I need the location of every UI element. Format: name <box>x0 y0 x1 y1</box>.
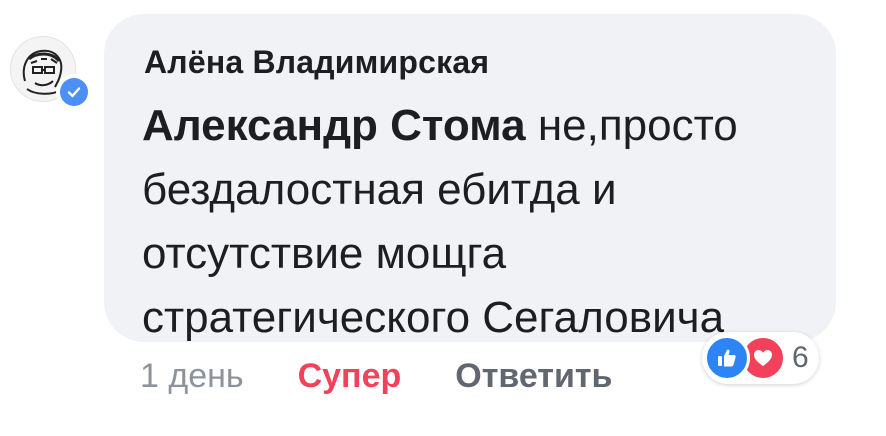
mention-link[interactable]: Александр Стома <box>142 101 526 150</box>
comment-text: Александр Стома не,просто бездалостная е… <box>142 94 822 350</box>
like-icon <box>704 335 750 381</box>
reply-button[interactable]: Ответить <box>455 357 612 396</box>
author-name[interactable]: Алёна Владимирская <box>144 44 489 81</box>
timestamp[interactable]: 1 день <box>140 357 244 396</box>
reaction-count: 6 <box>792 341 809 374</box>
author-avatar[interactable] <box>10 36 92 112</box>
comment-actions: 1 день Супер Ответить <box>140 352 612 400</box>
verified-icon <box>56 74 92 110</box>
comment-container: Алёна Владимирская Александр Стома не,пр… <box>0 0 886 436</box>
reactions-summary[interactable]: 6 <box>702 332 819 384</box>
comment-bubble: Алёна Владимирская Александр Стома не,пр… <box>104 14 836 342</box>
react-button[interactable]: Супер <box>298 357 402 396</box>
